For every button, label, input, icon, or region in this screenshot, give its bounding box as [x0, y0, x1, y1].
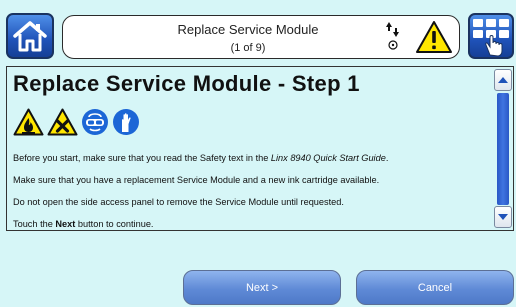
status-arrows-icon[interactable] [385, 21, 401, 53]
next-button[interactable]: Next > [183, 270, 341, 305]
gloves-icon [113, 109, 139, 135]
scrollbar[interactable] [493, 67, 513, 229]
instruction-line-1: Before you start, make sure that you rea… [13, 153, 389, 163]
flammable-hazard-icon [13, 108, 44, 136]
eye-protection-icon [82, 109, 108, 135]
screen: Replace Service Module (1 of 9) Replace … [0, 0, 516, 307]
warning-icon[interactable] [415, 20, 453, 54]
home-icon [13, 21, 47, 52]
guide-reference: Linx 8940 Quick Start Guide [270, 153, 386, 163]
step-counter: (1 of 9) [230, 42, 266, 54]
arrow-down-icon [498, 214, 508, 220]
home-button[interactable] [6, 13, 54, 59]
scroll-down-button[interactable] [494, 206, 512, 228]
title-bar: Replace Service Module (1 of 9) [62, 15, 460, 59]
scroll-thumb[interactable] [497, 93, 509, 205]
hazard-icons [13, 107, 140, 137]
instruction-line-3: Do not open the side access panel to rem… [13, 197, 344, 207]
menu-grid-icon [473, 19, 509, 57]
scroll-track[interactable] [497, 93, 509, 205]
instruction-line-2: Make sure that you have a replacement Se… [13, 175, 380, 185]
arrow-up-icon [498, 77, 508, 83]
header-title: Replace Service Module [177, 22, 319, 37]
cancel-button[interactable]: Cancel [356, 270, 514, 305]
harmful-hazard-icon [47, 108, 78, 136]
menu-button[interactable] [468, 13, 514, 59]
instruction-text: Before you start, make sure that you rea… [13, 153, 489, 241]
scroll-up-button[interactable] [494, 69, 512, 91]
instruction-line-4: Touch the Next button to continue. [13, 219, 154, 229]
page-title: Replace Service Module - Step 1 [13, 71, 360, 96]
content-panel: Replace Service Module - Step 1 Before y… [6, 66, 514, 231]
